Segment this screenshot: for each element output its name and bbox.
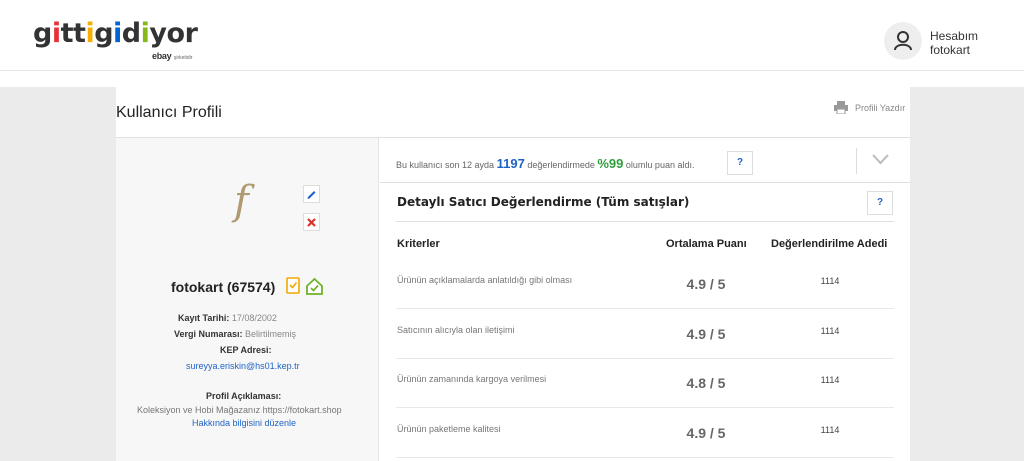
registration-value: 17/08/2002 [231, 313, 277, 323]
logo-letter: g [33, 18, 52, 49]
row-divider [396, 308, 894, 309]
profile-description: Koleksiyon ve Hobi Mağazanız https://fot… [137, 405, 342, 415]
logo-letter: t [73, 18, 86, 49]
criterion-label: Ürünün zamanında kargoya verilmesi [397, 374, 547, 384]
logo-letter: d [121, 18, 141, 49]
row-divider [396, 407, 894, 408]
ebay-suffix: şirketidir [173, 55, 193, 61]
rating-count: 1114 [820, 276, 840, 286]
logo-letter: i [51, 18, 61, 49]
summary-pre: Bu kullanıcı son 12 ayda [396, 160, 495, 170]
average-score: 4.8 / 5 [686, 375, 726, 391]
criterion-label: Satıcının alıcıyla olan iletişimi [397, 324, 515, 335]
logo-letter: y [149, 18, 167, 49]
column-header-count: Değerlendirilme Adedi [771, 238, 888, 250]
gittigidiyor-logo[interactable]: gittigidiyor [33, 18, 198, 50]
tax-label: Vergi Numarası: [174, 329, 243, 339]
registration-label: Kayıt Tarihi: [178, 313, 230, 323]
row-divider [396, 357, 894, 359]
criterion-label: Ürünün açıklamalarda anlatıldığı gibi ol… [397, 275, 573, 285]
logo-letter: i [113, 18, 122, 49]
detail-divider [396, 221, 894, 222]
edit-about-link[interactable]: Hakkında bilgisini düzenle [192, 418, 296, 428]
logo-letter: g [94, 18, 114, 49]
detail-help-button[interactable]: ? [867, 191, 893, 215]
summary-percent: %99 [597, 156, 624, 171]
profile-signature-image: f [234, 178, 249, 224]
summary-count: 1197 [496, 156, 525, 171]
ebay-tagline: ebay şirketidir [152, 51, 192, 61]
summary-post: olumlu puan aldı. [625, 160, 695, 170]
detail-section-title: Detaylı Satıcı Değerlendirme (Tüm satışl… [397, 195, 690, 209]
pencil-icon [307, 191, 316, 199]
summary-mid: değerlendirmede [527, 160, 595, 170]
verified-seller-icon [286, 277, 300, 294]
user-icon[interactable] [884, 22, 922, 60]
site-header: gittigidiyor ebay şirketidir Hesabım fot… [0, 0, 1024, 71]
logo-letter: i [85, 18, 95, 49]
criterion-label: Ürünün paketleme kalitesi [397, 423, 501, 434]
rating-count: 1114 [820, 325, 840, 336]
average-score: 4.9 / 5 [686, 424, 726, 441]
rating-count: 1114 [820, 424, 840, 435]
column-header-average: Ortalama Puanı [666, 238, 747, 250]
tax-value: Belirtilmemiş [245, 329, 297, 339]
logo-letter: o [166, 18, 186, 49]
delete-photo-button[interactable] [303, 213, 320, 231]
summary-divider [380, 182, 910, 183]
ebay-wordmark: ebay [152, 51, 172, 61]
summary-help-button[interactable]: ? [727, 151, 753, 175]
kep-label: KEP Adresi: [220, 345, 272, 355]
store-home-icon [306, 277, 323, 295]
registration-date: Kayıt Tarihi: 17/08/2002 [178, 313, 277, 323]
close-icon [307, 218, 316, 227]
summary-separator [856, 148, 857, 174]
edit-photo-button[interactable] [303, 185, 320, 203]
kep-address-link[interactable]: sureyya.eriskin@hs01.kep.tr [186, 361, 300, 371]
column-header-criteria: Kriterler [397, 238, 440, 250]
kep-address-label: KEP Adresi: [220, 345, 272, 355]
printer-icon[interactable] [834, 101, 848, 114]
account-username[interactable]: fotokart [930, 43, 970, 57]
account-title[interactable]: Hesabım [930, 29, 978, 43]
profile-description-label: Profil Açıklaması: [206, 391, 281, 401]
rating-summary: Bu kullanıcı son 12 ayda 1197 değerlendi… [396, 156, 694, 171]
row-divider [396, 456, 894, 458]
print-profile-link[interactable]: Profili Yazdır [855, 103, 905, 113]
profile-username: fotokart (67574) [171, 279, 276, 295]
average-score: 4.9 / 5 [686, 325, 726, 342]
logo-letter: t [60, 18, 74, 49]
desc-label: Profil Açıklaması: [206, 391, 282, 401]
logo-letter: r [184, 18, 198, 49]
logo-letter: i [140, 18, 150, 49]
tax-number: Vergi Numarası: Belirtilmemiş [174, 329, 296, 339]
average-score: 4.9 / 5 [686, 276, 726, 292]
rating-count: 1114 [820, 375, 840, 385]
chevron-down-icon[interactable] [872, 153, 889, 165]
page-title: Kullanıcı Profili [116, 104, 222, 121]
